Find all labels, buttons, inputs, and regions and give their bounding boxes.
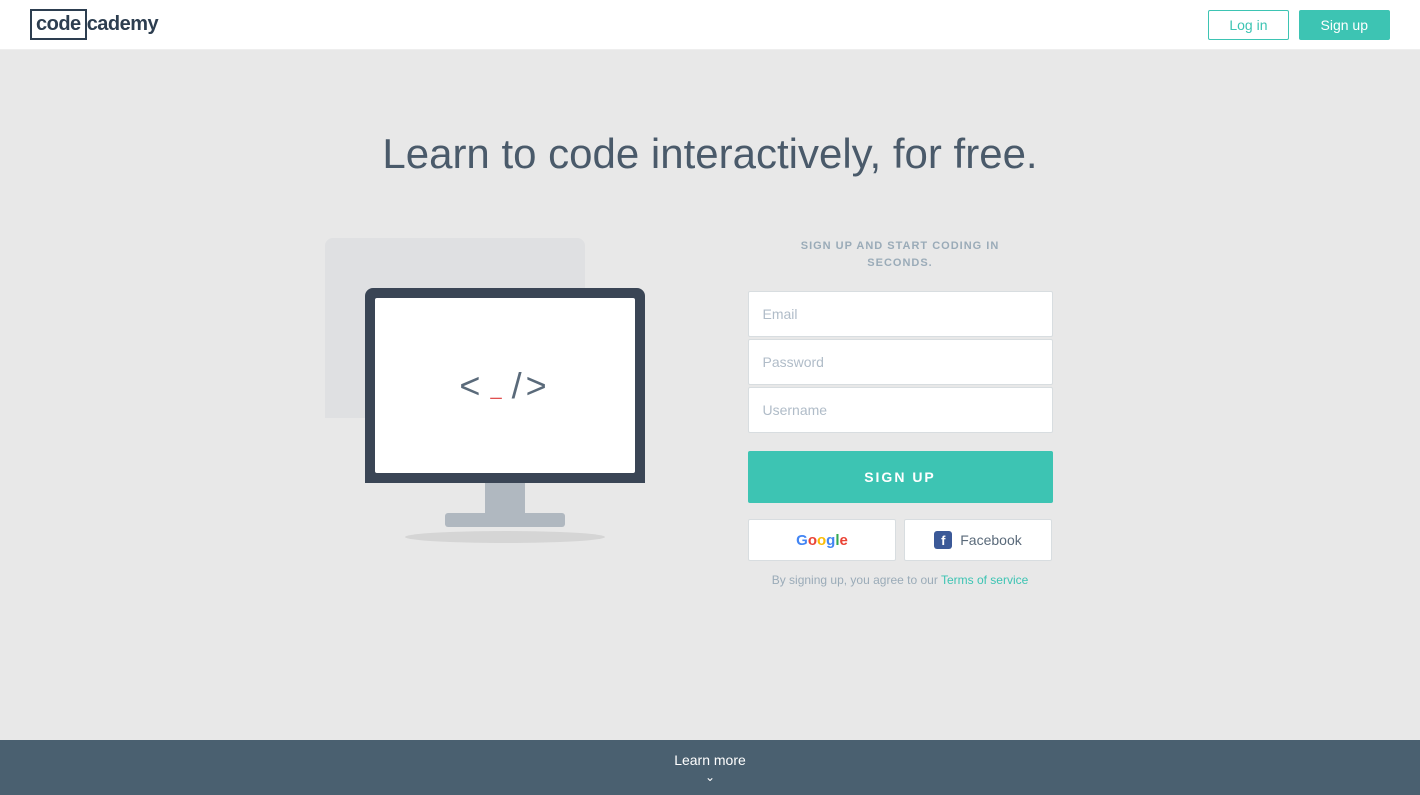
code-bracket-left: <: [459, 365, 484, 407]
tos-text: By signing up, you agree to our Terms of…: [772, 573, 1029, 587]
learn-more-text: Learn more: [674, 752, 746, 768]
username-input[interactable]: [748, 387, 1053, 433]
nav-buttons: Log in Sign up: [1208, 10, 1390, 40]
tos-link[interactable]: Terms of service: [941, 573, 1028, 587]
facebook-label: Facebook: [960, 532, 1021, 548]
monitor-screen: < _ />: [375, 298, 635, 473]
navbar: codecademy Log in Sign up: [0, 0, 1420, 50]
monitor-body: < _ />: [365, 288, 645, 483]
google-icon: Google: [796, 532, 848, 549]
hero-section: Learn to code interactively, for free. <…: [0, 50, 1420, 750]
facebook-button[interactable]: f Facebook: [904, 519, 1052, 561]
password-input[interactable]: [748, 339, 1053, 385]
monitor-illustration: < _ />: [365, 268, 645, 543]
google-button[interactable]: Google Google: [748, 519, 896, 561]
hero-title: Learn to code interactively, for free.: [382, 130, 1037, 178]
monitor-code: < _ />: [459, 365, 550, 407]
email-input[interactable]: [748, 291, 1053, 337]
code-underscore: _: [490, 378, 505, 401]
signup-nav-button[interactable]: Sign up: [1299, 10, 1390, 40]
footer-strip: Learn more ⌄: [0, 740, 1420, 795]
monitor-wrap: < _ />: [365, 288, 645, 543]
monitor-neck: [485, 483, 525, 513]
chevron-down-icon: ⌄: [705, 770, 715, 784]
tos-prefix: By signing up, you agree to our: [772, 573, 941, 587]
monitor-shadow: [405, 531, 605, 543]
code-bracket-right: />: [512, 365, 551, 407]
monitor-base: [445, 513, 565, 527]
facebook-icon: f: [934, 531, 952, 549]
signup-button[interactable]: SIGN UP: [748, 451, 1053, 503]
logo[interactable]: codecademy: [30, 9, 158, 40]
login-button[interactable]: Log in: [1208, 10, 1288, 40]
signup-panel: SIGN UP AND START CODING INSECONDS. SIGN…: [745, 238, 1055, 587]
signup-heading: SIGN UP AND START CODING INSECONDS.: [801, 238, 1000, 271]
logo-code-part: code: [30, 9, 87, 40]
logo-cademy-part: cademy: [87, 13, 159, 36]
hero-content: < _ /> SIGN UP AND START CODING INSECOND…: [160, 238, 1260, 587]
social-buttons: Google Google f Facebook: [748, 519, 1052, 561]
